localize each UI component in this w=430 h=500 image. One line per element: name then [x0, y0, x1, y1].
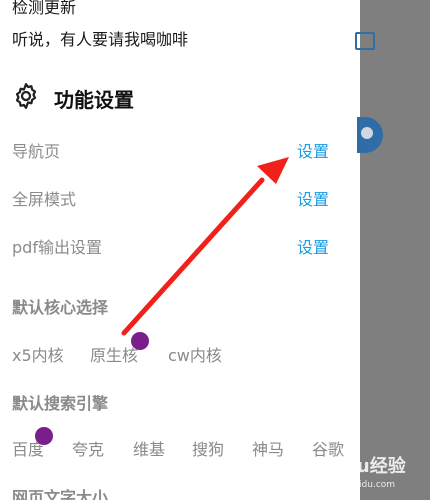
check-update-item[interactable]: 检测更新 [12, 0, 76, 18]
font-size-section-header: 网页文字大小 [12, 488, 109, 500]
touch-indicator-dot [131, 332, 149, 350]
watermark-brand: Baidu经验 [312, 456, 406, 477]
section-title: 功能设置 [54, 88, 134, 112]
core-option-native[interactable]: 原生核 [90, 342, 138, 366]
search-option-wiki[interactable]: 维基 [133, 436, 165, 460]
fullscreen-label: 全屏模式 [12, 190, 77, 209]
baidu-watermark: Baidu经验 jingyan.baidu.com [312, 452, 406, 490]
pdf-output-label: pdf输出设置 [12, 238, 102, 257]
search-option-sogou[interactable]: 搜狗 [192, 436, 224, 460]
window-icon [355, 32, 375, 50]
nav-page-label: 导航页 [12, 142, 61, 161]
search-section-header: 默认搜索引擎 [12, 394, 109, 413]
search-option-shenma[interactable]: 神马 [252, 436, 284, 460]
core-option-cw[interactable]: cw内核 [168, 342, 222, 366]
fullscreen-settings-link[interactable]: 设置 [297, 186, 329, 210]
core-option-x5[interactable]: x5内核 [12, 342, 64, 366]
pdf-output-settings-link[interactable]: 设置 [297, 234, 329, 258]
dim-overlay[interactable] [360, 0, 430, 500]
settings-drawer: 检测更新 听说，有人要请我喝咖啡 功能设置 导航页 设置 全屏模式 设置 pdf… [0, 0, 360, 500]
touch-indicator-dot [35, 427, 53, 445]
gear-icon [15, 83, 37, 109]
search-option-quark[interactable]: 夸克 [72, 436, 104, 460]
watermark-url: jingyan.baidu.com [312, 480, 396, 490]
core-section-header: 默认核心选择 [12, 298, 109, 317]
coffee-item[interactable]: 听说，有人要请我喝咖啡 [12, 26, 188, 50]
nav-page-settings-link[interactable]: 设置 [297, 138, 329, 162]
